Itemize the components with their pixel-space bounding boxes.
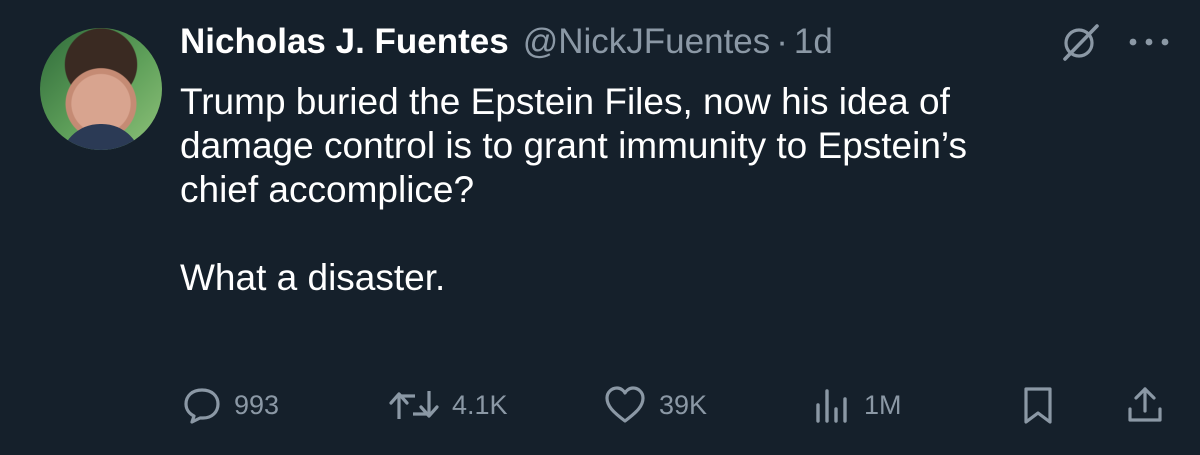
views-icon (816, 389, 847, 423)
reply-icon (184, 388, 220, 424)
timestamp[interactable]: 1d (794, 22, 833, 62)
separator-dot: · (776, 22, 788, 61)
grok-icon[interactable] (1057, 22, 1103, 62)
tweet-text: Trump buried the Epstein Files, now his … (180, 81, 967, 298)
tweet-header: Nicholas J. Fuentes @NickJFuentes · 1d (180, 22, 833, 62)
avatar-shirt (60, 124, 142, 150)
views-button[interactable]: 1M (812, 380, 902, 430)
retweet-button[interactable]: 4.1K (388, 380, 508, 430)
heart-icon (605, 386, 645, 423)
action-bar: 993 4.1K 39K 1M (0, 380, 1200, 430)
avatar[interactable] (40, 28, 162, 150)
views-count: 1M (864, 389, 902, 420)
reply-button[interactable]: 993 (182, 380, 279, 430)
like-button[interactable]: 39K (603, 380, 707, 430)
more-icon[interactable] (1127, 36, 1171, 48)
share-button[interactable] (1125, 380, 1165, 430)
bookmark-icon (1024, 387, 1052, 424)
author-name[interactable]: Nicholas J. Fuentes (180, 22, 509, 62)
reply-count: 993 (234, 389, 280, 420)
tweet[interactable]: Nicholas J. Fuentes @NickJFuentes · 1d T… (0, 0, 1200, 455)
retweet-icon (389, 391, 439, 419)
bookmark-button[interactable] (1020, 380, 1056, 430)
share-icon (1128, 387, 1162, 422)
author-handle[interactable]: @NickJFuentes (523, 22, 771, 62)
retweet-count: 4.1K (452, 389, 508, 420)
like-count: 39K (659, 389, 708, 420)
